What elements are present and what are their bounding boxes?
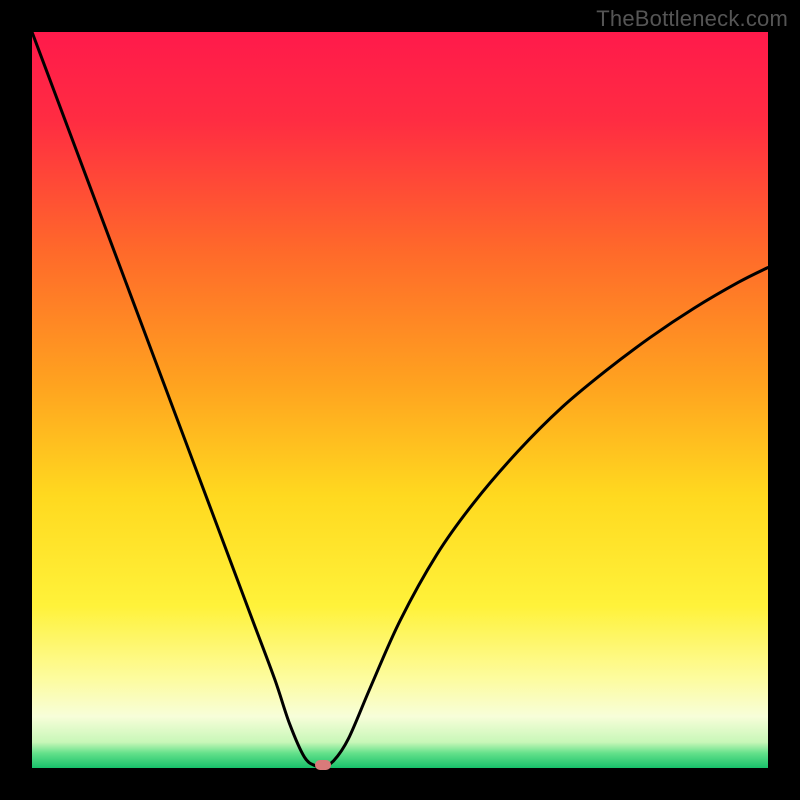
- optimum-marker: [315, 760, 331, 770]
- attribution-text: TheBottleneck.com: [596, 6, 788, 32]
- chart-frame: TheBottleneck.com: [0, 0, 800, 800]
- bottleneck-curve: [32, 32, 768, 768]
- plot-area: [32, 32, 768, 768]
